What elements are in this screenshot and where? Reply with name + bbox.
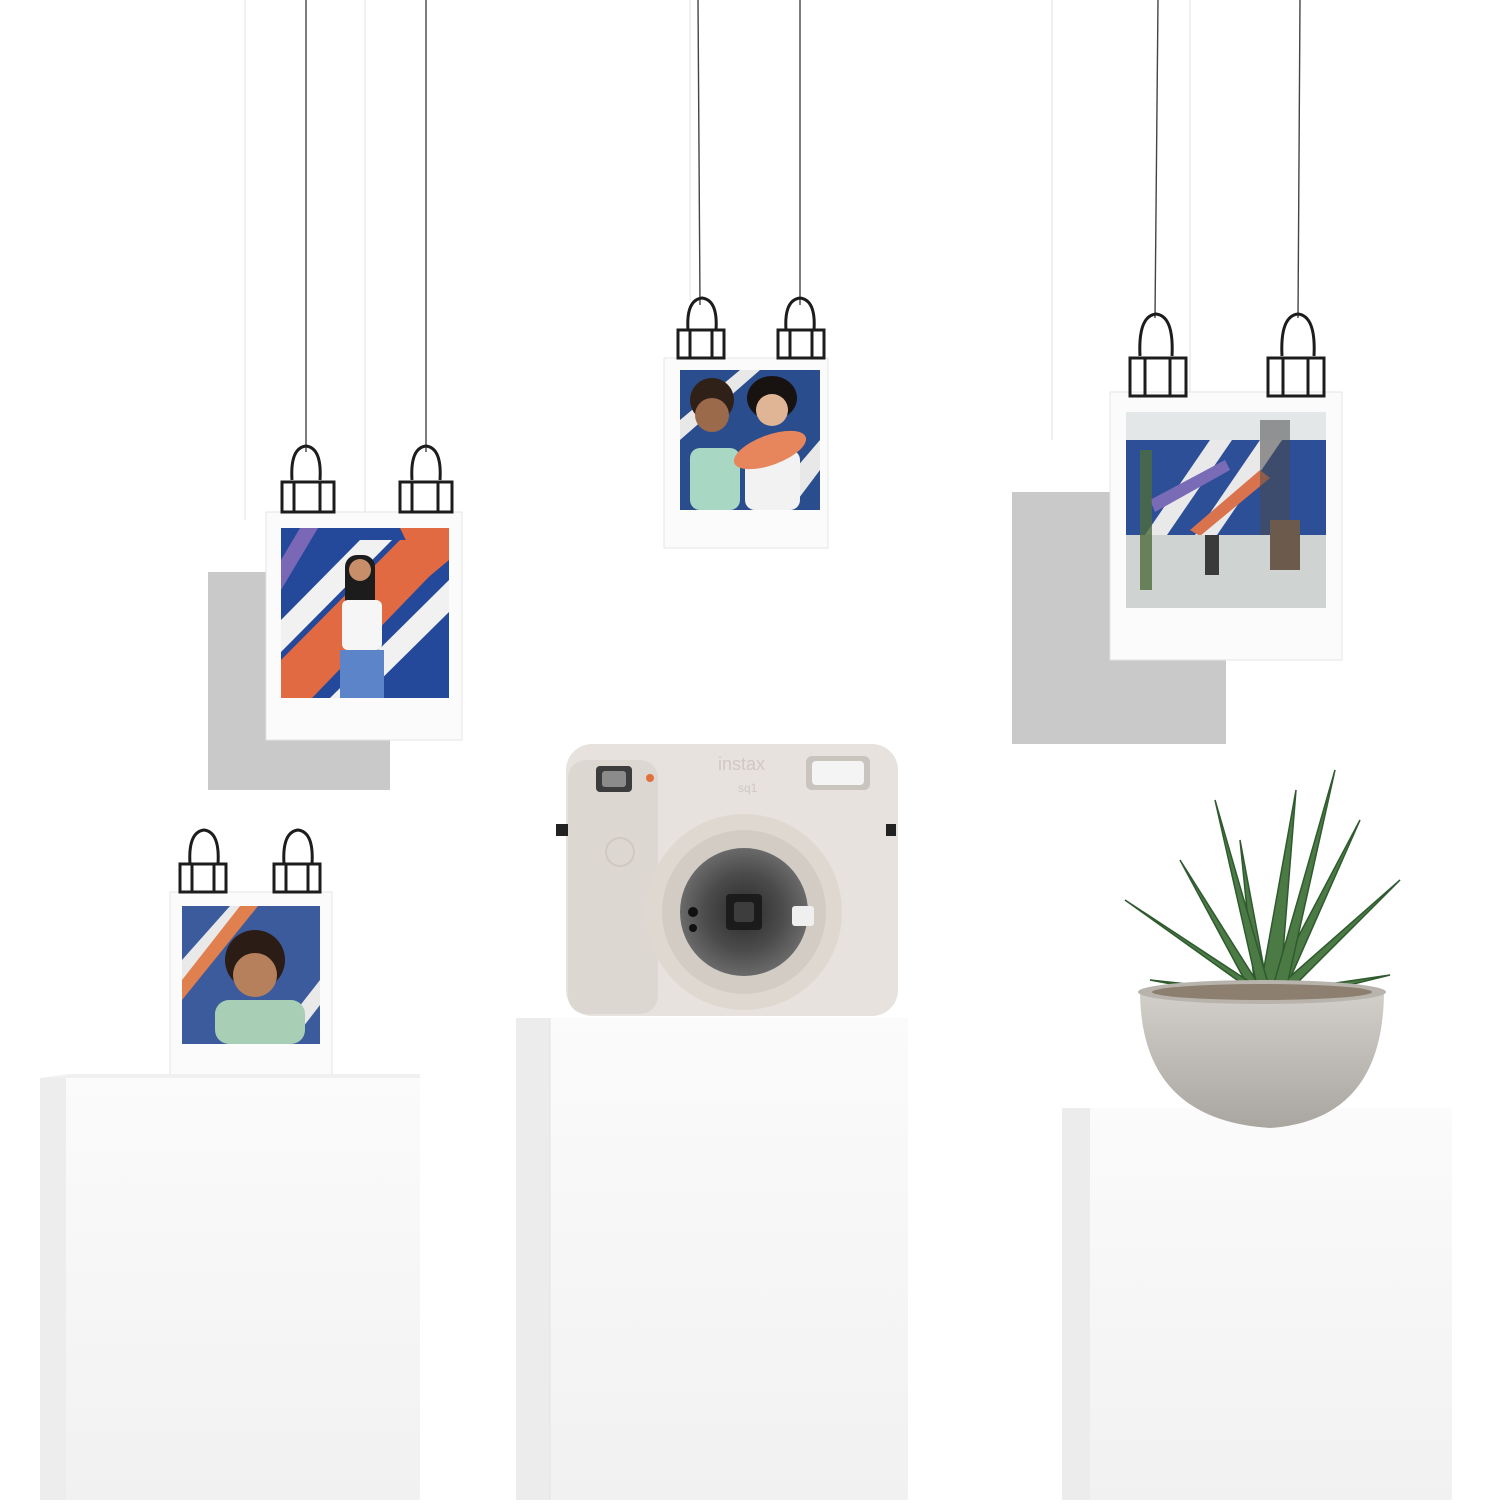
binder-clip-icon bbox=[1266, 312, 1326, 398]
pedestal-left bbox=[40, 1074, 420, 1500]
binder-clip-icon bbox=[676, 296, 726, 360]
concrete-pot bbox=[1140, 990, 1384, 1128]
product-scene: instax sq1 bbox=[0, 0, 1500, 1500]
binder-clip-icon bbox=[178, 828, 228, 894]
camera-model: sq1 bbox=[738, 781, 758, 795]
lens-icon bbox=[646, 814, 842, 1010]
binder-clip-icon bbox=[280, 444, 336, 514]
photo-studio-mural bbox=[1109, 391, 1343, 661]
scene-canvas: instax sq1 bbox=[40, 0, 1452, 1500]
binder-clip-icon bbox=[398, 444, 454, 514]
camera-brand: instax bbox=[718, 754, 765, 774]
photo-selfie-woman bbox=[169, 891, 333, 1079]
instant-camera: instax sq1 bbox=[556, 744, 898, 1016]
succulent-plant bbox=[1124, 769, 1401, 1128]
pedestal-right bbox=[1062, 1108, 1452, 1500]
photo-woman-painting-wall bbox=[265, 511, 463, 741]
flash-icon bbox=[806, 756, 870, 790]
binder-clip-icon bbox=[272, 828, 322, 894]
binder-clip-icon bbox=[776, 296, 826, 360]
pedestal-center bbox=[516, 1018, 908, 1500]
binder-clip-icon bbox=[1128, 312, 1188, 398]
photo-two-friends bbox=[663, 357, 829, 549]
